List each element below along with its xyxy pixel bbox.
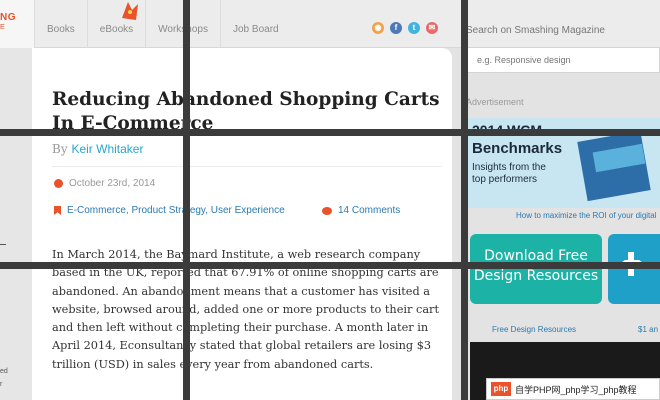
wcm-benchmarks-ad[interactable]: 2014 WCM Benchmarks Insights from the to…: [466, 118, 660, 208]
comments-count: 14 Comments: [322, 205, 400, 216]
rss-icon[interactable]: ◉: [372, 22, 384, 34]
mascot-cat-icon: [122, 2, 138, 20]
comment-bubble-icon: [322, 206, 332, 215]
left-marker-text-1: ed: [0, 368, 8, 375]
left-marker-text-2: r: [0, 381, 3, 388]
nav-item-books[interactable]: Books: [34, 0, 87, 48]
roi-ad-link[interactable]: How to maximize the ROI of your digital: [516, 211, 657, 220]
social-links: ◉ f t ✉: [372, 22, 438, 34]
article-title[interactable]: Reducing Abandoned Shopping Carts In E-C…: [52, 88, 442, 136]
email-icon[interactable]: ✉: [426, 22, 438, 34]
watermark-text: 自学PHP网_php学习_php教程: [515, 384, 637, 395]
post-date: October 23rd, 2014: [54, 178, 155, 189]
tags-link[interactable]: E-Commerce, Product Strategy, User Exper…: [67, 205, 285, 216]
search-label: Search on Smashing Magazine: [466, 25, 605, 36]
travel-ad[interactable]: [608, 234, 660, 304]
banner-subtitle: Insights from the top performers: [472, 162, 546, 185]
facebook-icon[interactable]: f: [390, 22, 402, 34]
left-sidebar-strip: ed r: [0, 48, 32, 400]
download-line-1: Download Free: [484, 248, 588, 264]
site-watermark: php 自学PHP网_php学习_php教程: [486, 378, 660, 400]
top-bar: NG E Books eBooks Workshops Job Board ◉ …: [0, 0, 660, 48]
nav-item-job-board[interactable]: Job Board: [220, 0, 291, 48]
comments-link[interactable]: 14 Comments: [338, 205, 400, 216]
banner-title-1: 2014 WCM: [472, 122, 543, 138]
site-logo[interactable]: NG E: [0, 0, 34, 48]
clock-icon: [54, 179, 63, 188]
nav-item-workshops[interactable]: Workshops: [145, 0, 220, 48]
logo-subtext: E: [0, 24, 5, 31]
byline-prefix: By: [52, 142, 68, 156]
article-card: Reducing Abandoned Shopping Carts In E-C…: [32, 48, 452, 400]
banner-title-2: Benchmarks: [472, 140, 563, 157]
byline: By Keir Whitaker: [52, 142, 143, 156]
watermark-logo: php: [491, 382, 511, 396]
bookmark-icon: [54, 206, 61, 215]
author-link[interactable]: Keir Whitaker: [71, 142, 143, 156]
airplane-wing-icon: [628, 252, 634, 276]
article-body: In March 2014, the Baymard Institute, a …: [52, 248, 439, 371]
main-nav: Books eBooks Workshops Job Board: [34, 0, 291, 48]
logo-text: NG: [0, 12, 16, 23]
left-marker: [0, 244, 6, 245]
twitter-icon[interactable]: t: [408, 22, 420, 34]
download-line-2: Design Resources: [473, 268, 599, 284]
price-text[interactable]: $1 an: [638, 325, 658, 334]
post-tags: E-Commerce, Product Strategy, User Exper…: [54, 205, 285, 216]
date-text: October 23rd, 2014: [69, 178, 156, 189]
divider: [52, 166, 442, 167]
right-sidebar: Advertisement 2014 WCM Benchmarks Insigh…: [458, 48, 660, 400]
download-resources-ad[interactable]: Download Free Design Resources: [470, 234, 602, 304]
ad-label: Advertisement: [466, 97, 524, 107]
free-resources-link[interactable]: Free Design Resources: [492, 325, 576, 334]
